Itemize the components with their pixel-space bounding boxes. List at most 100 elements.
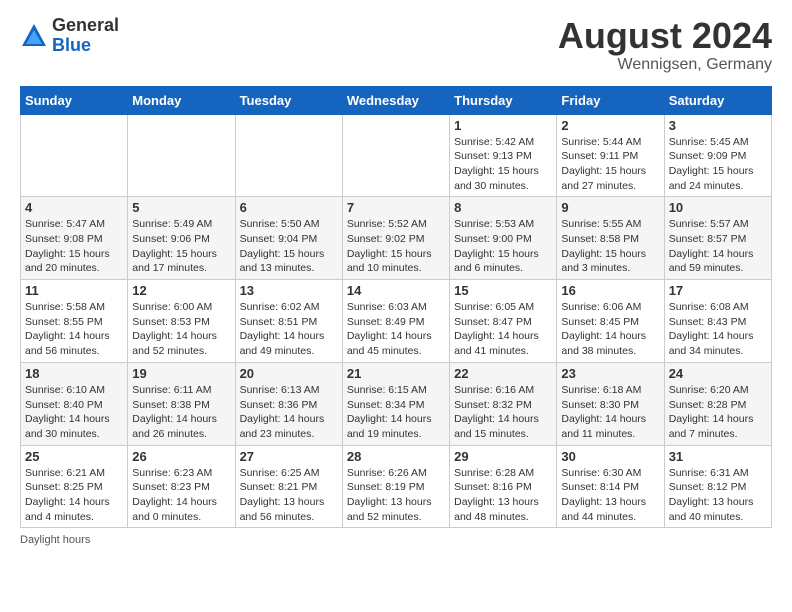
day-cell: 15 Sunrise: 6:05 AM Sunset: 8:47 PM Dayli… bbox=[450, 280, 557, 363]
day-number: 21 bbox=[347, 366, 445, 381]
day-cell bbox=[21, 114, 128, 197]
day-info: Sunrise: 5:47 AM Sunset: 9:08 PM Dayligh… bbox=[25, 217, 123, 276]
day-number: 3 bbox=[669, 118, 767, 133]
day-cell: 10 Sunrise: 5:57 AM Sunset: 8:57 PM Dayli… bbox=[664, 197, 771, 280]
day-info: Sunrise: 6:11 AM Sunset: 8:38 PM Dayligh… bbox=[132, 383, 230, 442]
day-cell: 14 Sunrise: 6:03 AM Sunset: 8:49 PM Dayli… bbox=[342, 280, 449, 363]
day-info: Sunrise: 5:50 AM Sunset: 9:04 PM Dayligh… bbox=[240, 217, 338, 276]
calendar-header: Sunday Monday Tuesday Wednesday Thursday… bbox=[21, 86, 772, 114]
location: Wennigsen, Germany bbox=[558, 56, 772, 74]
day-cell: 12 Sunrise: 6:00 AM Sunset: 8:53 PM Dayli… bbox=[128, 280, 235, 363]
day-info: Sunrise: 6:31 AM Sunset: 8:12 PM Dayligh… bbox=[669, 466, 767, 525]
day-info: Sunrise: 5:53 AM Sunset: 9:00 PM Dayligh… bbox=[454, 217, 552, 276]
day-cell: 18 Sunrise: 6:10 AM Sunset: 8:40 PM Dayli… bbox=[21, 362, 128, 445]
day-number: 15 bbox=[454, 283, 552, 298]
day-number: 23 bbox=[561, 366, 659, 381]
day-info: Sunrise: 6:00 AM Sunset: 8:53 PM Dayligh… bbox=[132, 300, 230, 359]
day-cell: 2 Sunrise: 5:44 AM Sunset: 9:11 PM Daylig… bbox=[557, 114, 664, 197]
day-info: Sunrise: 6:25 AM Sunset: 8:21 PM Dayligh… bbox=[240, 466, 338, 525]
day-info: Sunrise: 6:15 AM Sunset: 8:34 PM Dayligh… bbox=[347, 383, 445, 442]
day-info: Sunrise: 5:58 AM Sunset: 8:55 PM Dayligh… bbox=[25, 300, 123, 359]
day-cell: 21 Sunrise: 6:15 AM Sunset: 8:34 PM Dayli… bbox=[342, 362, 449, 445]
day-cell: 25Sunrise: 6:21 AM Sunset: 8:25 PM Dayli… bbox=[21, 445, 128, 528]
title-area: August 2024 Wennigsen, Germany bbox=[558, 16, 772, 74]
day-info: Sunrise: 6:16 AM Sunset: 8:32 PM Dayligh… bbox=[454, 383, 552, 442]
day-number: 19 bbox=[132, 366, 230, 381]
day-cell: 23Sunrise: 6:18 AM Sunset: 8:30 PM Dayli… bbox=[557, 362, 664, 445]
day-info: Sunrise: 6:20 AM Sunset: 8:28 PM Dayligh… bbox=[669, 383, 767, 442]
col-friday: Friday bbox=[557, 86, 664, 114]
day-cell: 13 Sunrise: 6:02 AM Sunset: 8:51 PM Dayli… bbox=[235, 280, 342, 363]
day-cell: 22 Sunrise: 6:16 AM Sunset: 8:32 PM Dayli… bbox=[450, 362, 557, 445]
col-thursday: Thursday bbox=[450, 86, 557, 114]
day-cell: 20 Sunrise: 6:13 AM Sunset: 8:36 PM Dayli… bbox=[235, 362, 342, 445]
day-cell: 5Sunrise: 5:49 AM Sunset: 9:06 PM Daylig… bbox=[128, 197, 235, 280]
day-cell: 28 Sunrise: 6:26 AM Sunset: 8:19 PM Dayli… bbox=[342, 445, 449, 528]
day-cell: 1 Sunrise: 5:42 AM Sunset: 9:13 PM Daylig… bbox=[450, 114, 557, 197]
day-cell: 16 Sunrise: 6:06 AM Sunset: 8:45 PM Dayli… bbox=[557, 280, 664, 363]
day-info: Sunrise: 6:02 AM Sunset: 8:51 PM Dayligh… bbox=[240, 300, 338, 359]
col-tuesday: Tuesday bbox=[235, 86, 342, 114]
day-cell: 24Sunrise: 6:20 AM Sunset: 8:28 PM Dayli… bbox=[664, 362, 771, 445]
day-number: 13 bbox=[240, 283, 338, 298]
day-number: 16 bbox=[561, 283, 659, 298]
day-number: 12 bbox=[132, 283, 230, 298]
day-info: Sunrise: 6:23 AM Sunset: 8:23 PM Dayligh… bbox=[132, 466, 230, 525]
day-number: 7 bbox=[347, 200, 445, 215]
day-cell: 4Sunrise: 5:47 AM Sunset: 9:08 PM Daylig… bbox=[21, 197, 128, 280]
calendar-body: 1 Sunrise: 5:42 AM Sunset: 9:13 PM Daylig… bbox=[21, 114, 772, 528]
day-number: 11 bbox=[25, 283, 123, 298]
day-cell: 26Sunrise: 6:23 AM Sunset: 8:23 PM Dayli… bbox=[128, 445, 235, 528]
day-info: Sunrise: 6:06 AM Sunset: 8:45 PM Dayligh… bbox=[561, 300, 659, 359]
col-sunday: Sunday bbox=[21, 86, 128, 114]
day-number: 10 bbox=[669, 200, 767, 215]
day-number: 27 bbox=[240, 449, 338, 464]
logo-icon bbox=[20, 22, 48, 50]
col-monday: Monday bbox=[128, 86, 235, 114]
day-cell: 29Sunrise: 6:28 AM Sunset: 8:16 PM Dayli… bbox=[450, 445, 557, 528]
day-number: 28 bbox=[347, 449, 445, 464]
day-info: Sunrise: 5:44 AM Sunset: 9:11 PM Dayligh… bbox=[561, 135, 659, 194]
logo-text: General Blue bbox=[52, 16, 119, 56]
day-info: Sunrise: 6:05 AM Sunset: 8:47 PM Dayligh… bbox=[454, 300, 552, 359]
day-cell bbox=[128, 114, 235, 197]
days-of-week-row: Sunday Monday Tuesday Wednesday Thursday… bbox=[21, 86, 772, 114]
day-number: 18 bbox=[25, 366, 123, 381]
week-row-1: 4Sunrise: 5:47 AM Sunset: 9:08 PM Daylig… bbox=[21, 197, 772, 280]
day-info: Sunrise: 5:45 AM Sunset: 9:09 PM Dayligh… bbox=[669, 135, 767, 194]
day-number: 22 bbox=[454, 366, 552, 381]
day-number: 6 bbox=[240, 200, 338, 215]
day-info: Sunrise: 6:08 AM Sunset: 8:43 PM Dayligh… bbox=[669, 300, 767, 359]
day-cell: 19 Sunrise: 6:11 AM Sunset: 8:38 PM Dayli… bbox=[128, 362, 235, 445]
daylight-label: Daylight hours bbox=[20, 534, 90, 546]
day-info: Sunrise: 6:13 AM Sunset: 8:36 PM Dayligh… bbox=[240, 383, 338, 442]
day-number: 8 bbox=[454, 200, 552, 215]
day-info: Sunrise: 6:26 AM Sunset: 8:19 PM Dayligh… bbox=[347, 466, 445, 525]
month-year: August 2024 bbox=[558, 16, 772, 56]
day-cell: 8 Sunrise: 5:53 AM Sunset: 9:00 PM Daylig… bbox=[450, 197, 557, 280]
day-info: Sunrise: 5:55 AM Sunset: 8:58 PM Dayligh… bbox=[561, 217, 659, 276]
day-number: 2 bbox=[561, 118, 659, 133]
logo: General Blue bbox=[20, 16, 119, 56]
day-number: 31 bbox=[669, 449, 767, 464]
day-info: Sunrise: 5:52 AM Sunset: 9:02 PM Dayligh… bbox=[347, 217, 445, 276]
day-number: 1 bbox=[454, 118, 552, 133]
day-info: Sunrise: 5:57 AM Sunset: 8:57 PM Dayligh… bbox=[669, 217, 767, 276]
day-info: Sunrise: 6:03 AM Sunset: 8:49 PM Dayligh… bbox=[347, 300, 445, 359]
day-cell: 7 Sunrise: 5:52 AM Sunset: 9:02 PM Daylig… bbox=[342, 197, 449, 280]
day-number: 9 bbox=[561, 200, 659, 215]
day-info: Sunrise: 5:49 AM Sunset: 9:06 PM Dayligh… bbox=[132, 217, 230, 276]
day-cell bbox=[235, 114, 342, 197]
day-cell: 6 Sunrise: 5:50 AM Sunset: 9:04 PM Daylig… bbox=[235, 197, 342, 280]
day-info: Sunrise: 6:30 AM Sunset: 8:14 PM Dayligh… bbox=[561, 466, 659, 525]
day-cell bbox=[342, 114, 449, 197]
day-info: Sunrise: 5:42 AM Sunset: 9:13 PM Dayligh… bbox=[454, 135, 552, 194]
day-number: 14 bbox=[347, 283, 445, 298]
day-number: 20 bbox=[240, 366, 338, 381]
logo-general-text: General bbox=[52, 16, 119, 36]
day-cell: 30Sunrise: 6:30 AM Sunset: 8:14 PM Dayli… bbox=[557, 445, 664, 528]
day-info: Sunrise: 6:10 AM Sunset: 8:40 PM Dayligh… bbox=[25, 383, 123, 442]
day-cell: 3 Sunrise: 5:45 AM Sunset: 9:09 PM Daylig… bbox=[664, 114, 771, 197]
day-cell: 9 Sunrise: 5:55 AM Sunset: 8:58 PM Daylig… bbox=[557, 197, 664, 280]
day-number: 25 bbox=[25, 449, 123, 464]
